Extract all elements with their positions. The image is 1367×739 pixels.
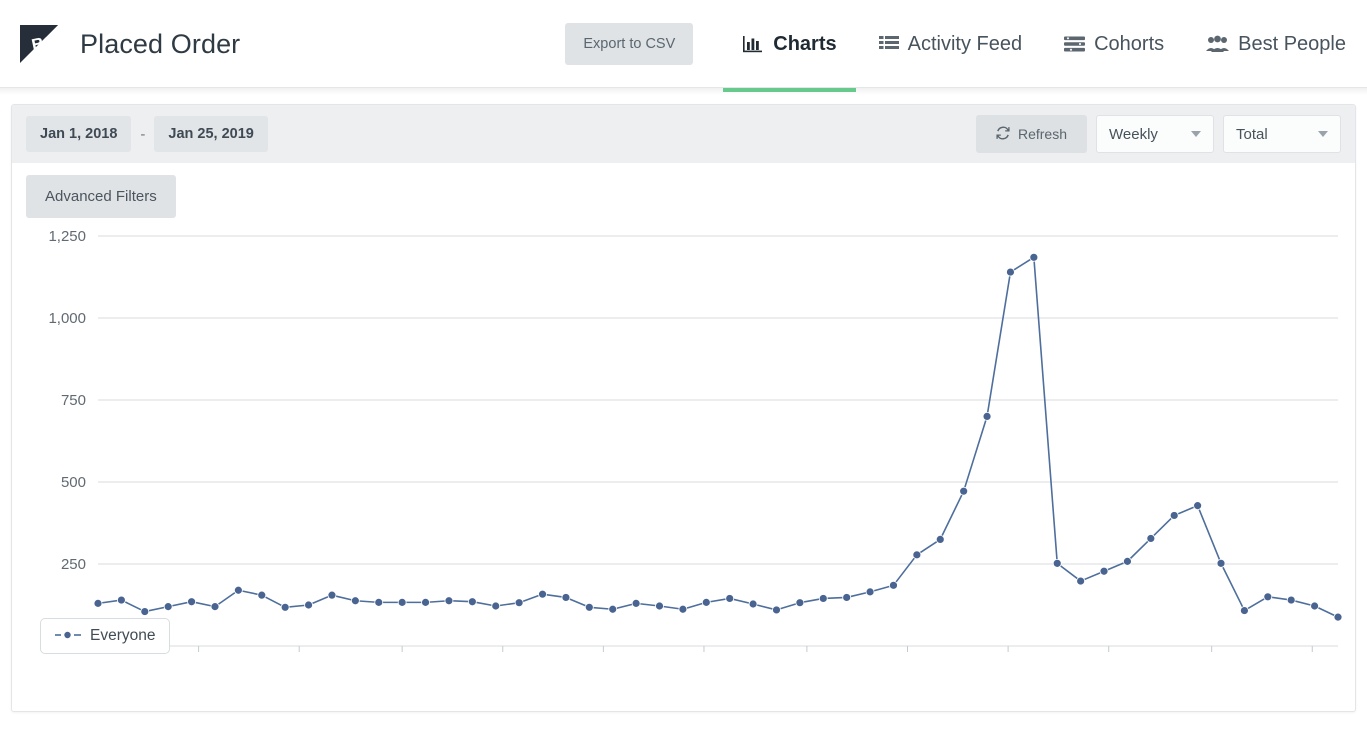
filter-controls: Refresh Weekly Total: [976, 115, 1341, 153]
app-header: B Placed Order Export to CSV Charts: [0, 0, 1367, 88]
tab-activity-feed[interactable]: Activity Feed: [858, 0, 1043, 88]
svg-text:500: 500: [61, 474, 86, 491]
date-end-button[interactable]: Jan 25, 2019: [154, 116, 267, 152]
export-to-csv-button[interactable]: Export to CSV: [565, 23, 693, 65]
refresh-icon: [996, 126, 1010, 143]
date-range-picker[interactable]: Jan 1, 2018 - Jan 25, 2019: [26, 116, 268, 152]
svg-text:1,250: 1,250: [48, 228, 86, 245]
list-icon: [879, 35, 899, 53]
interval-select[interactable]: Weekly: [1096, 115, 1214, 153]
header-divider: [0, 87, 1367, 88]
refresh-button[interactable]: Refresh: [976, 115, 1087, 153]
tab-charts[interactable]: Charts: [721, 0, 857, 88]
chart-card: Jan 1, 2018 - Jan 25, 2019 Refresh Weekl…: [11, 104, 1356, 712]
rows-icon: [1064, 35, 1085, 53]
refresh-label: Refresh: [1018, 126, 1067, 142]
people-icon: [1206, 35, 1229, 53]
tab-cohorts-label: Cohorts: [1094, 33, 1164, 56]
brand: B Placed Order: [16, 21, 240, 67]
advanced-filters-button[interactable]: Advanced Filters: [26, 175, 176, 218]
interval-select-value: Weekly: [1109, 126, 1158, 143]
main-nav: Export to CSV Charts: [565, 0, 1367, 88]
active-tab-underline: [723, 88, 855, 92]
tab-charts-label: Charts: [773, 33, 836, 56]
advanced-filters-row: Advanced Filters: [12, 163, 1355, 218]
header-shadow: [0, 88, 1367, 95]
svg-text:1,000: 1,000: [48, 310, 86, 327]
tab-activity-feed-label: Activity Feed: [908, 33, 1022, 56]
legend-label: Everyone: [90, 627, 155, 645]
legend-item-everyone[interactable]: Everyone: [40, 618, 170, 654]
date-start-button[interactable]: Jan 1, 2018: [26, 116, 131, 152]
tab-cohorts[interactable]: Cohorts: [1043, 0, 1185, 88]
chart-canvas[interactable]: 02505007501,0001,250Jan '18Feb '18Mar '1…: [12, 226, 1355, 656]
dashed-line-dot-marker-icon: [55, 627, 81, 645]
tab-best-people[interactable]: Best People: [1185, 0, 1367, 88]
page-title: Placed Order: [80, 29, 240, 60]
bluecore-flag-logo-icon: B: [16, 21, 62, 67]
filter-bar: Jan 1, 2018 - Jan 25, 2019 Refresh Weekl…: [12, 105, 1355, 163]
date-range-separator: -: [139, 126, 146, 143]
metric-select[interactable]: Total: [1223, 115, 1341, 153]
tab-best-people-label: Best People: [1238, 33, 1346, 56]
chevron-down-icon: [1191, 131, 1201, 137]
svg-text:750: 750: [61, 392, 86, 409]
svg-text:250: 250: [61, 556, 86, 573]
chevron-down-icon: [1318, 131, 1328, 137]
line-chart: 02505007501,0001,250Jan '18Feb '18Mar '1…: [12, 218, 1355, 666]
bar-chart-icon: [742, 34, 764, 54]
metric-select-value: Total: [1236, 126, 1268, 143]
